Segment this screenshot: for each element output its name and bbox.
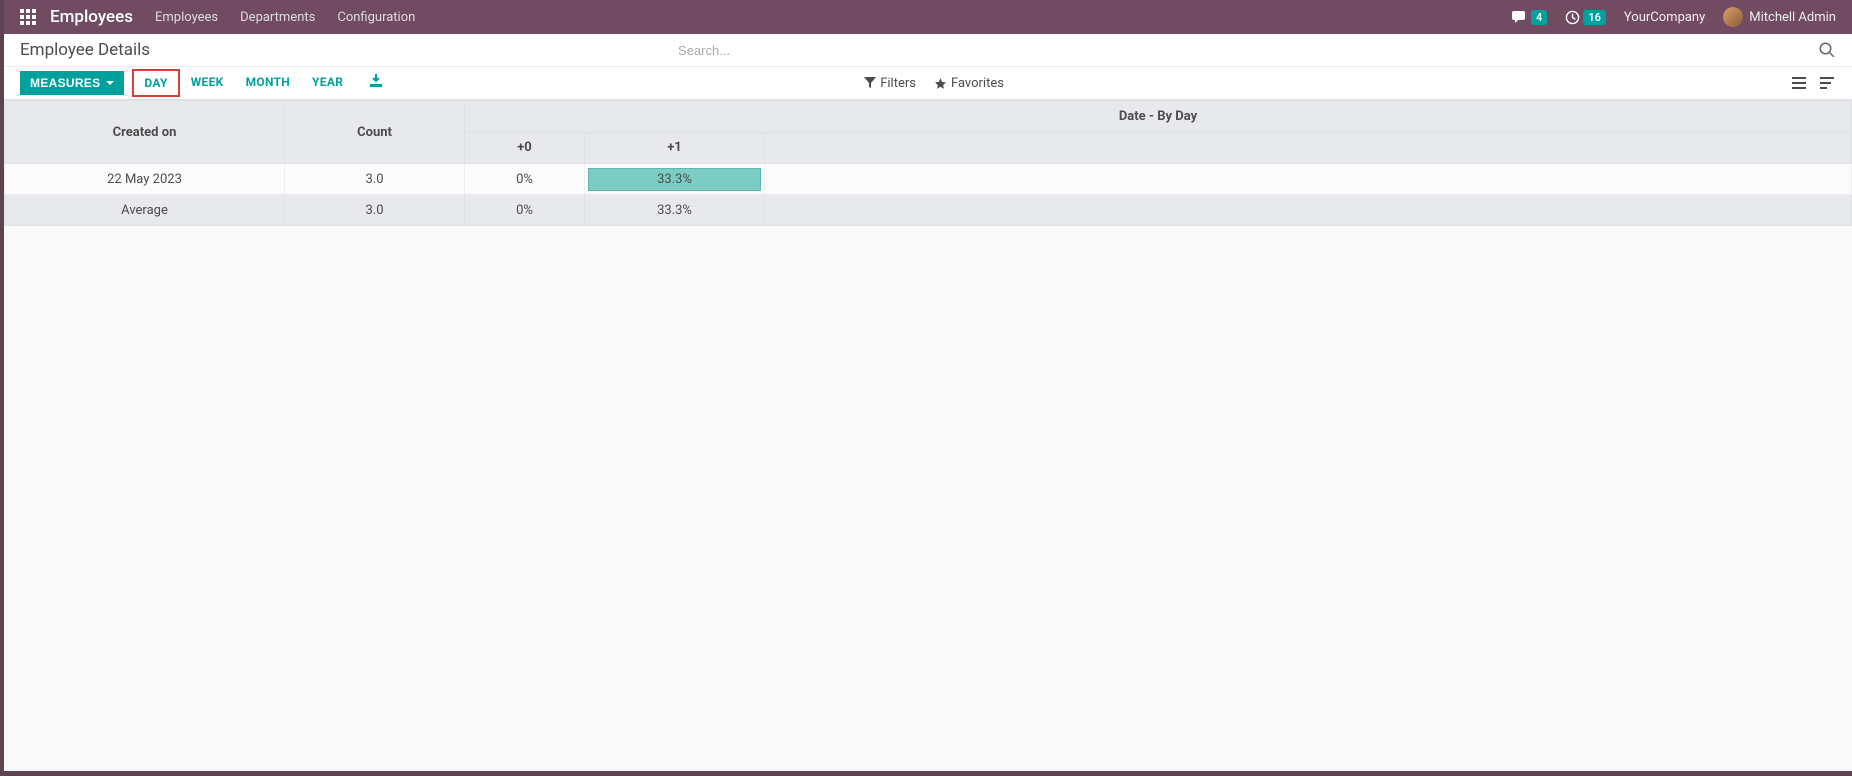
- search-icon[interactable]: [1818, 41, 1836, 59]
- filters-label: Filters: [880, 76, 916, 91]
- cell-d1-value: 33.3%: [588, 168, 761, 191]
- cell-d0: 0%: [465, 164, 585, 195]
- col-day-0: +0: [465, 132, 585, 164]
- avatar: [1723, 7, 1743, 27]
- clock-icon: [1565, 10, 1580, 25]
- avg-d0: 0%: [465, 195, 585, 226]
- nav-configuration[interactable]: Configuration: [337, 10, 415, 25]
- measures-label: MEASURES: [30, 76, 100, 90]
- col-day-rest: [765, 132, 1852, 164]
- page-title: Employee Details: [20, 40, 150, 60]
- cohort-table-wrap: Created on Count Date - By Day +0 +1 22 …: [4, 100, 1852, 226]
- cohort-view-icon[interactable]: [1818, 74, 1836, 92]
- toolbar-row: MEASURES DAY WEEK MONTH YEAR Filters Fav…: [4, 67, 1852, 100]
- cell-created-on: 22 May 2023: [5, 164, 285, 195]
- chat-icon: [1512, 10, 1528, 24]
- cohort-table: Created on Count Date - By Day +0 +1 22 …: [4, 100, 1852, 226]
- favorites-label: Favorites: [951, 76, 1004, 91]
- header-row: Employee Details: [4, 34, 1852, 67]
- nav-departments[interactable]: Departments: [240, 10, 315, 25]
- search-input[interactable]: [670, 39, 1810, 62]
- download-icon: [368, 74, 384, 88]
- caret-down-icon: [106, 81, 114, 85]
- user-name: Mitchell Admin: [1749, 10, 1836, 25]
- user-menu[interactable]: Mitchell Admin: [1723, 7, 1836, 27]
- company-switcher[interactable]: YourCompany: [1624, 10, 1705, 25]
- avg-rest: [765, 195, 1852, 226]
- measures-button[interactable]: MEASURES: [20, 71, 124, 95]
- period-tab-month[interactable]: MONTH: [235, 69, 301, 97]
- messages-badge: 4: [1531, 10, 1547, 25]
- activities-badge: 16: [1583, 10, 1606, 25]
- period-tabs: DAY WEEK MONTH YEAR: [132, 69, 354, 97]
- col-day-1: +1: [585, 132, 765, 164]
- activities-button[interactable]: 16: [1565, 10, 1606, 25]
- cell-count: 3.0: [285, 164, 465, 195]
- star-icon: [934, 77, 947, 90]
- cell-d1: 33.3%: [585, 164, 765, 195]
- app-brand[interactable]: Employees: [50, 7, 133, 27]
- filter-icon: [864, 77, 876, 89]
- avg-d1: 33.3%: [585, 195, 765, 226]
- list-view-icon[interactable]: [1790, 74, 1808, 92]
- period-tab-day[interactable]: DAY: [132, 69, 179, 97]
- favorites-button[interactable]: Favorites: [934, 76, 1004, 91]
- period-tab-year[interactable]: YEAR: [301, 69, 354, 97]
- col-group-date: Date - By Day: [465, 101, 1852, 133]
- table-average-row: Average 3.0 0% 33.3%: [5, 195, 1852, 226]
- filters-button[interactable]: Filters: [864, 76, 916, 91]
- avg-count: 3.0: [285, 195, 465, 226]
- nav-employees[interactable]: Employees: [155, 10, 218, 25]
- avg-label: Average: [5, 195, 285, 226]
- download-button[interactable]: [368, 74, 384, 92]
- cell-rest: [765, 164, 1852, 195]
- topbar: Employees Employees Departments Configur…: [4, 0, 1852, 34]
- col-count: Count: [285, 101, 465, 164]
- messages-button[interactable]: 4: [1512, 10, 1547, 25]
- col-created-on: Created on: [5, 101, 285, 164]
- period-tab-week[interactable]: WEEK: [180, 69, 235, 97]
- apps-icon[interactable]: [20, 9, 36, 25]
- table-row[interactable]: 22 May 2023 3.0 0% 33.3%: [5, 164, 1852, 195]
